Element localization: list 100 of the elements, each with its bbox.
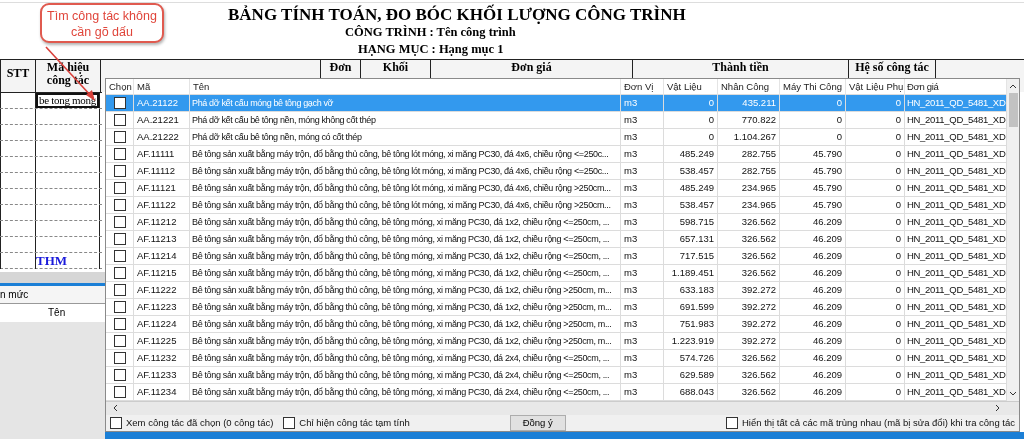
table-cell: Bê tông sản xuất bằng máy trộn, đổ bằng thủ công, bê tông móng, xi măng PC30, đá 1x2, chiều rộng <=250cm, ... [190, 231, 621, 247]
table-cell: m3 [621, 112, 664, 128]
row-checkbox[interactable] [113, 97, 126, 109]
table-row[interactable]: AF.11212 Bê tông sản xuất bằng máy trộn, đổ bằng thủ công, bê tông móng, xi măng PC30, đá 1x2, chiều rộng <=250cm, ... m3 598.715 326.562 46.209 0 HN_2011_QD_5481_XD [106, 214, 1007, 231]
table-cell: 1.104.267 [718, 129, 780, 145]
table-row[interactable]: AA.21221 Phá dỡ kết cấu bê tông nền, móng không cốt thép m3 0 770.822 0 0 HN_2011_QD_5481_XD [106, 112, 1007, 129]
scroll-down-icon[interactable] [1009, 391, 1017, 397]
table-row[interactable]: AF.11223 Bê tông sản xuất bằng máy trộn, đổ bằng thủ công, bê tông móng, xi măng PC30, đá 1x2, chiều rộng >250cm, m... m3 691.599 392.272 46.209 0 HN_2011_QD_5481_XD [106, 299, 1007, 316]
table-cell: m3 [621, 282, 664, 298]
table-row[interactable]: AF.11213 Bê tông sản xuất bằng máy trộn, đổ bằng thủ công, bê tông móng, xi măng PC30, đá 1x2, chiều rộng <=250cm, ... m3 657.131 326.562 46.209 0 HN_2011_QD_5481_XD [106, 231, 1007, 248]
table-row[interactable]: AF.11122 Bê tông sản xuất bằng máy trộn, đổ bằng thủ công, bê tông lót móng, xi măng PC30, đá 4x6, chiều rộng >250cm... m3 538.457 234.965 45.790 0 HN_2011_QD_5481_XD [106, 197, 1007, 214]
table-cell: 0 [846, 384, 905, 400]
table-cell: 45.790 [780, 163, 846, 179]
table-cell: Phá dỡ kết cấu bê tông nền, móng có cốt thép [190, 129, 621, 145]
table-row[interactable]: AF.11111 Bê tông sản xuất bằng máy trộn, đổ bằng thủ công, bê tông lót móng, xi măng PC30, đá 4x6, chiều rộng <=250c... m3 485.249 282.755 45.790 0 HN_2011_QD_5481_XD [106, 146, 1007, 163]
table-cell: m3 [621, 231, 664, 247]
table-row[interactable]: AF.11121 Bê tông sản xuất bằng máy trộn, đổ bằng thủ công, bê tông lót móng, xi măng PC30, đá 4x6, chiều rộng >250cm... m3 485.249 234.965 45.790 0 HN_2011_QD_5481_XD [106, 180, 1007, 197]
table-cell: 46.209 [780, 265, 846, 281]
table-cell: 0 [846, 163, 905, 179]
table-cell: m3 [621, 384, 664, 400]
row-checkbox[interactable] [113, 131, 126, 143]
table-cell: 45.790 [780, 146, 846, 162]
scroll-right-icon[interactable] [995, 404, 1001, 413]
table-cell: Bê tông sản xuất bằng máy trộn, đổ bằng thủ công, bê tông móng, xi măng PC30, đá 1x2, chiều rộng >250cm, m... [190, 333, 621, 349]
table-cell: 598.715 [664, 214, 718, 230]
row-checkbox[interactable] [113, 352, 126, 364]
table-cell: Phá dỡ kết cấu móng bê tông gạch vỡ [190, 95, 621, 111]
row-checkbox[interactable] [113, 233, 126, 245]
table-row[interactable]: AF.11112 Bê tông sản xuất bằng máy trộn, đổ bằng thủ công, bê tông lót móng, xi măng PC30, đá 4x6, chiều rộng <=250c... m3 538.457 282.755 45.790 0 HN_2011_QD_5481_XD [106, 163, 1007, 180]
row-checkbox[interactable] [113, 250, 126, 262]
vertical-scrollbar[interactable] [1007, 79, 1019, 401]
table-row[interactable]: AF.11214 Bê tông sản xuất bằng máy trộn, đổ bằng thủ công, bê tông móng, xi măng PC30, đá 1x2, chiều rộng <=250cm, ... m3 717.515 326.562 46.209 0 HN_2011_QD_5481_XD [106, 248, 1007, 265]
empty-cell [35, 157, 100, 172]
empty-cell [35, 221, 100, 236]
row-checkbox[interactable] [113, 318, 126, 330]
table-cell: 485.249 [664, 180, 718, 196]
row-checkbox[interactable] [113, 182, 126, 194]
table-cell: AF.11213 [134, 231, 190, 247]
scroll-left-icon[interactable] [112, 404, 118, 413]
checkbox[interactable] [283, 416, 296, 429]
option-checkbox[interactable]: Hiển thị tất cả các mã trùng nhau (mã bị sửa đổi) khi tra công tác [725, 416, 1015, 429]
table-cell: AF.11225 [134, 333, 190, 349]
table-cell: Bê tông sản xuất bằng máy trộn, đổ bằng thủ công, bê tông móng, xi măng PC30, đá 1x2, chiều rộng <=250cm, ... [190, 265, 621, 281]
table-row[interactable]: AF.11233 Bê tông sản xuất bằng máy trộn, đổ bằng thủ công, bê tông móng, xi măng PC30, đá 2x4, chiều rộng <=250cm, ... m3 629.589 326.562 46.209 0 HN_2011_QD_5481_XD [106, 367, 1007, 384]
table-cell: m3 [621, 197, 664, 213]
checkbox[interactable] [725, 416, 738, 429]
table-cell: 234.965 [718, 180, 780, 196]
table-row[interactable]: AF.11222 Bê tông sản xuất bằng máy trộn, đổ bằng thủ công, bê tông móng, xi măng PC30, đá 1x2, chiều rộng >250cm, m... m3 633.183 392.272 46.209 0 HN_2011_QD_5481_XD [106, 282, 1007, 299]
option-checkbox[interactable]: Xem công tác đã chọn (0 công tác) [110, 416, 274, 429]
table-cell: 392.272 [718, 316, 780, 332]
empty-cell [35, 141, 100, 156]
table-cell: 0 [846, 299, 905, 315]
table-cell: 326.562 [718, 248, 780, 264]
table-cell: m3 [621, 265, 664, 281]
table-cell: 326.562 [718, 231, 780, 247]
empty-cell [35, 205, 100, 220]
table-cell: 46.209 [780, 350, 846, 366]
row-checkbox[interactable] [113, 335, 126, 347]
table-cell: 392.272 [718, 282, 780, 298]
table-cell: 0 [846, 316, 905, 332]
row-checkbox[interactable] [113, 267, 126, 279]
row-checkbox[interactable] [113, 114, 126, 126]
row-checkbox[interactable] [113, 148, 126, 160]
scroll-up-icon[interactable] [1009, 83, 1017, 89]
table-cell: 574.726 [664, 350, 718, 366]
row-checkbox[interactable] [113, 284, 126, 296]
row-checkbox[interactable] [113, 165, 126, 177]
table-row[interactable]: AF.11225 Bê tông sản xuất bằng máy trộn, đổ bằng thủ công, bê tông móng, xi măng PC30, đá 1x2, chiều rộng >250cm, m... m3 1.223.919 392.272 46.209 0 HN_2011_QD_5481_XD [106, 333, 1007, 350]
row-checkbox[interactable] [113, 199, 126, 211]
table-row[interactable]: AA.21222 Phá dỡ kết cấu bê tông nền, móng có cốt thép m3 0 1.104.267 0 0 HN_2011_QD_5481_XD [106, 129, 1007, 146]
table-cell: 629.589 [664, 367, 718, 383]
table-cell: Bê tông sản xuất bằng máy trộn, đổ bằng thủ công, bê tông lót móng, xi măng PC30, đá 4x6, chiều rộng <=250c... [190, 163, 621, 179]
table-cell: 0 [846, 129, 905, 145]
horizontal-scrollbar[interactable] [106, 401, 1019, 415]
table-cell: 0 [846, 282, 905, 298]
row-checkbox[interactable] [113, 216, 126, 228]
table-row[interactable]: AF.11215 Bê tông sản xuất bằng máy trộn, đổ bằng thủ công, bê tông móng, xi măng PC30, đá 1x2, chiều rộng <=250cm, ... m3 1.189.451 326.562 46.209 0 HN_2011_QD_5481_XD [106, 265, 1007, 282]
table-cell: AF.11214 [134, 248, 190, 264]
table-cell: Bê tông sản xuất bằng máy trộn, đổ bằng thủ công, bê tông móng, xi măng PC30, đá 1x2, chiều rộng >250cm, m... [190, 316, 621, 332]
table-cell: 46.209 [780, 384, 846, 400]
table-cell: 0 [846, 248, 905, 264]
table-cell: 0 [780, 95, 846, 111]
code-input-field[interactable]: be tong mong [36, 93, 99, 108]
table-cell: 657.131 [664, 231, 718, 247]
table-cell: Bê tông sản xuất bằng máy trộn, đổ bằng thủ công, bê tông móng, xi măng PC30, đá 1x2, chiều rộng <=250cm, ... [190, 248, 621, 264]
table-cell: Phá dỡ kết cấu bê tông nền, móng không cốt thép [190, 112, 621, 128]
column-header: Tên [48, 307, 66, 318]
row-checkbox[interactable] [113, 369, 126, 381]
table-cell: 717.515 [664, 248, 718, 264]
row-checkbox[interactable] [113, 386, 126, 398]
table-cell: 0 [664, 112, 718, 128]
table-row[interactable]: AF.11224 Bê tông sản xuất bằng máy trộn, đổ bằng thủ công, bê tông móng, xi măng PC30, đá 1x2, chiều rộng >250cm, m... m3 751.983 392.272 46.209 0 HN_2011_QD_5481_XD [106, 316, 1007, 333]
scroll-thumb[interactable] [1008, 93, 1018, 127]
checkbox[interactable] [110, 416, 122, 429]
row-checkbox[interactable] [113, 301, 126, 313]
table-cell: 770.822 [718, 112, 780, 128]
option-checkbox[interactable]: Chỉ hiện công tác tạm tính [283, 416, 410, 429]
table-row[interactable]: AF.11232 Bê tông sản xuất bằng máy trộn, đổ bằng thủ công, bê tông móng, xi măng PC30, đá 2x4, chiều rộng <=250cm, ... m3 574.726 326.562 46.209 0 HN_2011_QD_5481_XD [106, 350, 1007, 367]
table-cell: 0 [846, 214, 905, 230]
table-cell: 46.209 [780, 299, 846, 315]
